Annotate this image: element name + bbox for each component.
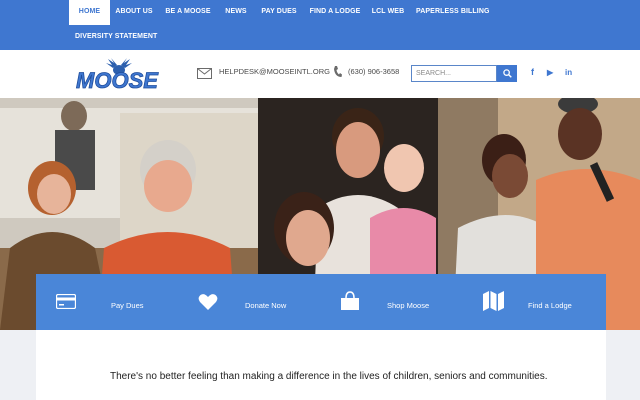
nav-find-a-lodge[interactable]: FIND A LODGE bbox=[309, 0, 361, 25]
linkedin-icon[interactable]: in bbox=[565, 67, 572, 78]
moose-logo[interactable]: MOOSE bbox=[73, 56, 161, 93]
nav-lcl-web[interactable]: LCL WEB bbox=[371, 0, 405, 25]
nav-about-us[interactable]: ABOUT US bbox=[113, 0, 155, 25]
svg-text:MOOSE: MOOSE bbox=[76, 68, 159, 92]
find-a-lodge-label: Find a Lodge bbox=[528, 301, 572, 310]
quick-actions-bar: Pay Dues Donate Now Shop Moose Find a Lo… bbox=[36, 274, 606, 330]
facebook-icon[interactable]: f bbox=[531, 67, 534, 78]
phone-number: (630) 906-3658 bbox=[348, 67, 400, 76]
phone-icon bbox=[333, 65, 342, 83]
nav-news[interactable]: NEWS bbox=[222, 0, 250, 25]
heart-icon bbox=[198, 293, 218, 316]
donate-now-action[interactable]: Donate Now bbox=[178, 274, 321, 330]
pay-dues-label: Pay Dues bbox=[111, 301, 144, 310]
pay-dues-action[interactable]: Pay Dues bbox=[36, 274, 178, 330]
shop-moose-label: Shop Moose bbox=[387, 301, 430, 310]
youtube-icon[interactable]: ▶ bbox=[547, 67, 553, 78]
map-icon bbox=[483, 291, 504, 316]
nav-be-a-moose[interactable]: BE A MOOSE bbox=[164, 0, 212, 25]
site-header: MOOSE HELPDESK@MOOSEINTL.ORG (630) 906-3… bbox=[0, 50, 640, 98]
nav-paperless-billing[interactable]: PAPERLESS BILLING bbox=[416, 0, 489, 25]
top-navigation: HOME ABOUT US BE A MOOSE NEWS PAY DUES F… bbox=[0, 0, 640, 50]
donate-now-label: Donate Now bbox=[245, 301, 287, 310]
nav-home[interactable]: HOME bbox=[69, 0, 110, 25]
search-icon bbox=[502, 66, 512, 81]
search-button[interactable] bbox=[497, 65, 517, 82]
shop-moose-action[interactable]: Shop Moose bbox=[321, 274, 463, 330]
nav-diversity-statement[interactable]: DIVERSITY STATEMENT bbox=[75, 25, 157, 50]
tagline-text: There's no better feeling than making a … bbox=[110, 371, 548, 382]
nav-pay-dues[interactable]: PAY DUES bbox=[260, 0, 298, 25]
search-input[interactable] bbox=[411, 65, 497, 82]
envelope-icon bbox=[197, 66, 212, 84]
email-link[interactable]: HELPDESK@MOOSEINTL.ORG bbox=[219, 67, 330, 77]
content-panel: There's no better feeling than making a … bbox=[36, 330, 606, 400]
shopping-bag-icon bbox=[340, 291, 360, 316]
credit-card-icon bbox=[55, 293, 77, 314]
find-a-lodge-action[interactable]: Find a Lodge bbox=[463, 274, 606, 330]
